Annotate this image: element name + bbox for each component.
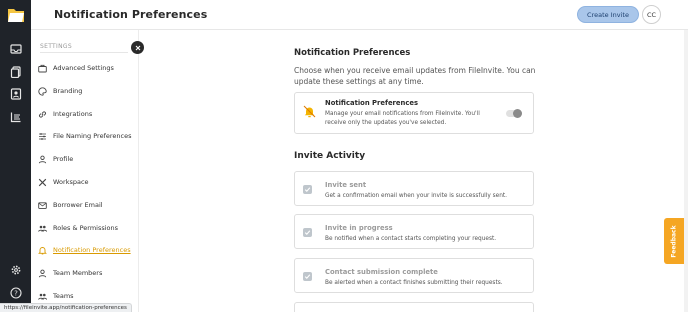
sidebar-item-file-naming-preferences[interactable]: File Naming Preferences xyxy=(38,129,138,143)
section-description: Choose when you receive email updates fr… xyxy=(294,66,536,86)
sidebar-item-notification-preferences[interactable]: Notification Preferences xyxy=(38,243,138,257)
logo-icon[interactable] xyxy=(6,6,26,24)
page-scrollbar[interactable] xyxy=(684,30,688,312)
palette-icon xyxy=(38,86,47,96)
sliders-icon xyxy=(38,132,47,141)
user-icon xyxy=(38,269,47,278)
page-title: Notification Preferences xyxy=(54,8,208,21)
check-icon xyxy=(304,187,311,193)
close-sidebar-button[interactable] xyxy=(131,41,144,54)
feedback-tab[interactable]: Feedback xyxy=(664,218,684,264)
sidebar-item-label: Borrower Email xyxy=(53,201,103,209)
activity-description: Be notified when a contact starts comple… xyxy=(325,236,497,242)
activity-description: Get a confirmation email when your invit… xyxy=(325,193,508,199)
sidebar-item-label: Branding xyxy=(53,87,83,95)
top-header: Notification Preferences Create Invite C… xyxy=(31,0,688,30)
users-icon xyxy=(38,292,47,301)
activity-card-partial xyxy=(294,302,534,312)
sidebar-item-label: Profile xyxy=(53,155,74,163)
activity-title: Contact submission complete xyxy=(325,268,438,276)
card-title: Notification Preferences xyxy=(325,99,419,107)
status-bar-url: https://fileinvite.app/notification-pref… xyxy=(0,303,132,312)
app-rail: ? xyxy=(0,0,31,312)
settings-icon[interactable] xyxy=(8,262,24,278)
card-description: Manage your email notifications from Fil… xyxy=(325,111,480,126)
sidebar-item-team-members[interactable]: Team Members xyxy=(38,266,138,280)
create-invite-button[interactable]: Create Invite xyxy=(577,6,639,23)
sidebar-heading: SETTINGS xyxy=(40,43,72,50)
sidebar-item-label: Teams xyxy=(53,292,74,300)
sidebar-item-label: Team Members xyxy=(53,269,103,277)
sidebar-item-advanced-settings[interactable]: Advanced Settings xyxy=(38,61,138,75)
invite-activity-title: Invite Activity xyxy=(294,151,366,161)
users-icon xyxy=(38,224,47,233)
inbox-icon[interactable] xyxy=(8,41,24,57)
notifications-toggle[interactable] xyxy=(506,109,522,118)
sidebar-item-label: Roles & Permissions xyxy=(53,224,119,232)
main-content: Notification Preferences Choose when you… xyxy=(139,30,664,312)
toggle-knob xyxy=(513,109,522,118)
svg-text:?: ? xyxy=(14,290,18,298)
briefcase-icon xyxy=(38,64,47,73)
sidebar-item-profile[interactable]: Profile xyxy=(38,152,138,166)
documents-icon[interactable] xyxy=(8,64,24,80)
feedback-label: Feedback xyxy=(670,224,678,258)
divider xyxy=(40,52,128,53)
activity-title: Invite in progress xyxy=(325,224,393,232)
notification-preferences-card: Notification Preferences Manage your ema… xyxy=(294,92,534,134)
sidebar-item-label: Workspace xyxy=(53,178,89,186)
settings-sidebar: SETTINGS Advanced Settings Branding Inte… xyxy=(31,30,139,312)
checkbox-invite-in-progress[interactable] xyxy=(303,228,312,237)
contacts-icon[interactable] xyxy=(8,86,24,102)
activity-title: Invite sent xyxy=(325,181,367,189)
help-icon[interactable]: ? xyxy=(8,285,24,301)
sidebar-item-workspace[interactable]: Workspace xyxy=(38,175,138,189)
check-icon xyxy=(304,274,311,280)
activity-card-contact-submission-complete: Contact submission complete Be alerted w… xyxy=(294,258,534,293)
checkbox-invite-sent[interactable] xyxy=(303,185,312,194)
sidebar-item-label: File Naming Preferences xyxy=(53,132,132,140)
close-icon xyxy=(135,45,140,50)
avatar[interactable]: CC xyxy=(642,5,661,24)
sidebar-item-teams[interactable]: Teams xyxy=(38,289,138,303)
section-title: Notification Preferences xyxy=(294,48,411,58)
bell-off-icon xyxy=(302,104,317,119)
sidebar-item-label: Notification Preferences xyxy=(53,246,131,254)
sidebar-item-borrower-email[interactable]: Borrower Email xyxy=(38,198,138,212)
bell-icon xyxy=(38,246,47,255)
mail-icon xyxy=(38,201,47,210)
check-icon xyxy=(304,230,311,236)
reports-icon[interactable] xyxy=(8,109,24,125)
tools-icon xyxy=(38,178,47,187)
checkbox-contact-submission-complete[interactable] xyxy=(303,272,312,281)
activity-card-invite-sent: Invite sent Get a confirmation email whe… xyxy=(294,171,534,206)
sidebar-item-label: Advanced Settings xyxy=(53,64,114,72)
sidebar-item-branding[interactable]: Branding xyxy=(38,84,138,98)
activity-card-invite-in-progress: Invite in progress Be notified when a co… xyxy=(294,214,534,249)
activity-description: Be alerted when a contact finishes submi… xyxy=(325,280,503,286)
user-icon xyxy=(38,155,47,164)
link-icon xyxy=(38,110,47,119)
sidebar-item-roles-permissions[interactable]: Roles & Permissions xyxy=(38,221,138,235)
sidebar-item-integrations[interactable]: Integrations xyxy=(38,107,138,121)
sidebar-item-label: Integrations xyxy=(53,110,93,118)
